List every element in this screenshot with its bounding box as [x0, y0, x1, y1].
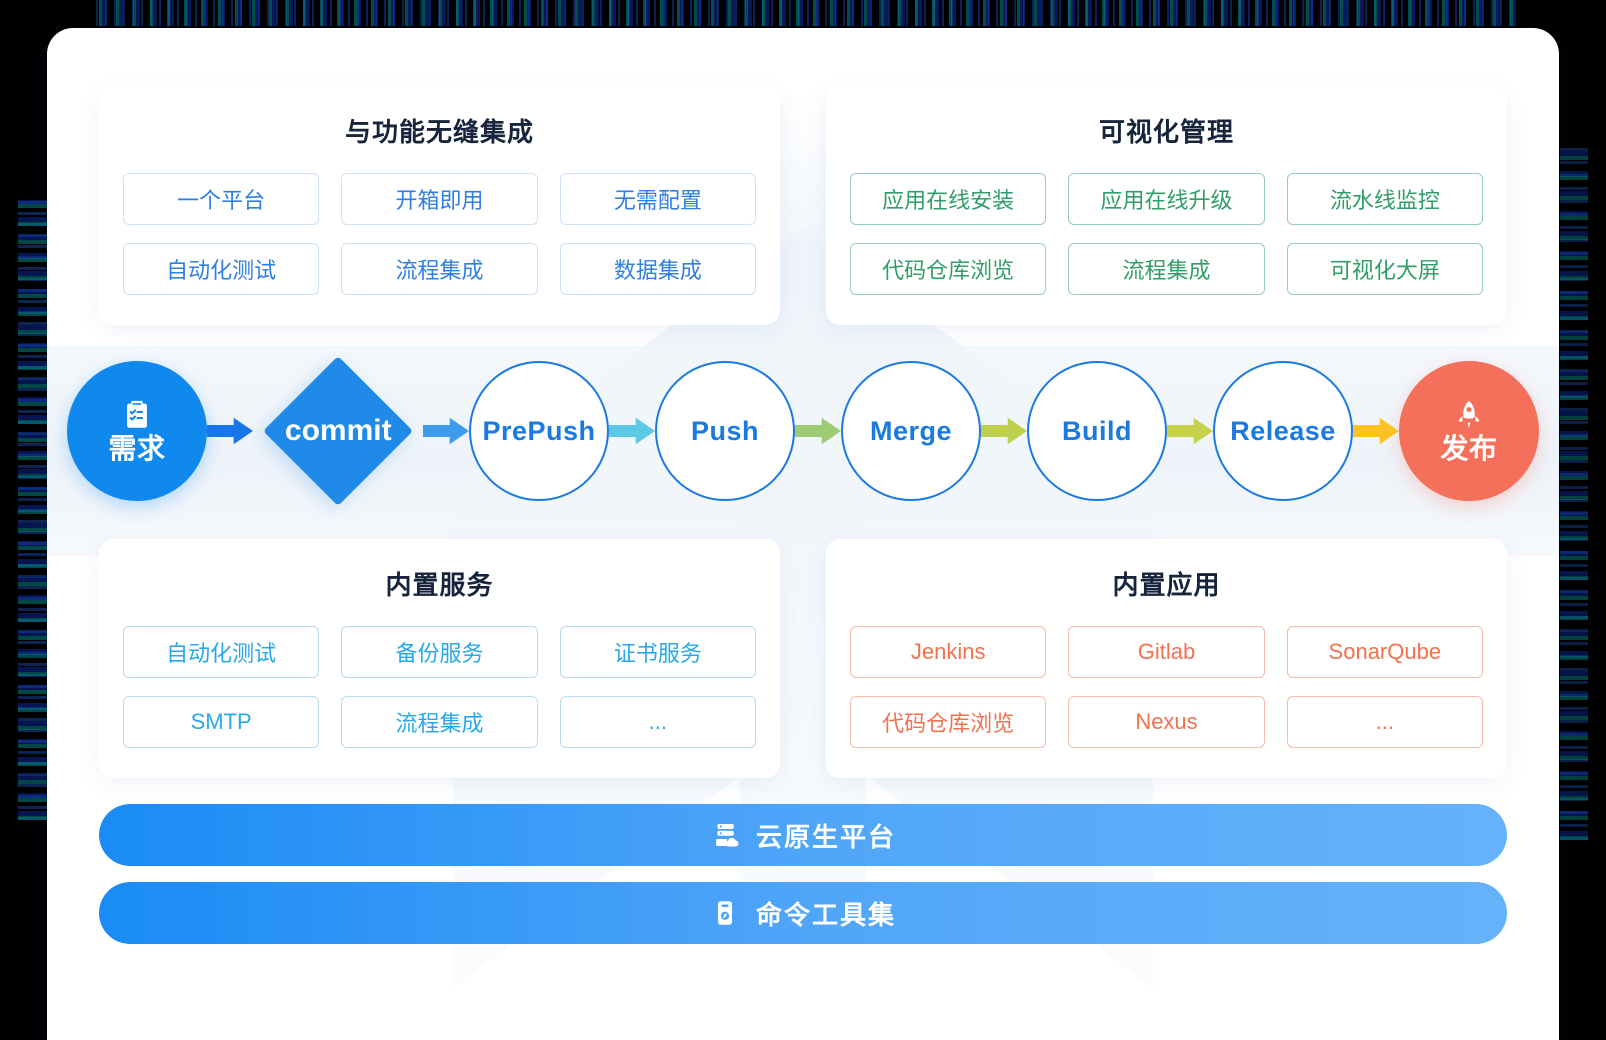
top-panel-row: 与功能无缝集成 一个平台 开箱即用 无需配置 自动化测试 流程集成 数据集成 可…: [99, 86, 1507, 325]
pipeline-node-commit[interactable]: commit: [253, 356, 423, 506]
pipeline-circle[interactable]: PrePush: [469, 361, 609, 501]
chip-item[interactable]: 证书服务: [559, 626, 756, 678]
chip-item[interactable]: 代码仓库浏览: [850, 696, 1047, 748]
pipeline-node-label: Release: [1230, 415, 1336, 446]
pipeline-arrow-3: [609, 417, 655, 445]
bar-label: 命令工具集: [755, 899, 896, 930]
pipeline-node-label: 发布: [1440, 433, 1498, 465]
pipeline-node-push[interactable]: Push: [655, 361, 795, 501]
pipeline-node-label: 需求: [108, 433, 166, 465]
pipeline-arrow-1: [207, 417, 253, 445]
pipeline-node-label: Merge: [869, 415, 953, 446]
chip-item[interactable]: 应用在线安装: [850, 173, 1047, 225]
pipeline-node-release[interactable]: Release: [1213, 361, 1353, 501]
chip-item[interactable]: ...: [1286, 696, 1483, 748]
chip-item[interactable]: 一个平台: [123, 173, 320, 225]
bar-command-toolset[interactable]: 命令工具集: [99, 882, 1507, 944]
cicd-pipeline: 需求 commit PrePush Push Merge Build Relea…: [47, 331, 1559, 531]
pipeline-circle[interactable]: Build: [1027, 361, 1167, 501]
pipeline-arrow-5: [981, 417, 1027, 445]
panel-title: 与功能无缝集成: [344, 117, 534, 147]
foundation-bars: 云原生平台 命令工具集: [47, 804, 1559, 944]
chip-item[interactable]: 流水线监控: [1286, 173, 1483, 225]
bar-label: 云原生平台: [755, 821, 896, 852]
pipeline-node-publish[interactable]: 发布: [1399, 361, 1539, 501]
pipeline-circle[interactable]: 需求: [67, 361, 207, 501]
pipeline-node-label: Push: [690, 415, 759, 446]
top-panels-section: 与功能无缝集成 一个平台 开箱即用 无需配置 自动化测试 流程集成 数据集成 可…: [47, 28, 1559, 325]
chip-item[interactable]: 数据集成: [559, 243, 756, 295]
pipeline-arrow-2: [423, 417, 469, 445]
edge-artifact-left: [18, 200, 48, 820]
panel-title: 可视化管理: [1098, 117, 1234, 147]
rocket-icon: [1452, 398, 1486, 432]
panel-title: 内置服务: [385, 570, 494, 600]
pipeline-arrow-7: [1353, 417, 1399, 445]
chip-item[interactable]: 备份服务: [341, 626, 538, 678]
chip-item[interactable]: 自动化测试: [123, 626, 320, 678]
chip-item[interactable]: 可视化大屏: [1286, 243, 1483, 295]
pipeline-diamond[interactable]: commit: [263, 356, 413, 506]
chip-item[interactable]: SonarQube: [1286, 626, 1483, 678]
screenshot-stage: 与功能无缝集成 一个平台 开箱即用 无需配置 自动化测试 流程集成 数据集成 可…: [0, 0, 1606, 1040]
pipeline-arrow-4: [795, 417, 841, 445]
chip-grid: 一个平台 开箱即用 无需配置 自动化测试 流程集成 数据集成: [123, 173, 756, 295]
pipeline-node-label: Build: [1062, 415, 1132, 446]
chip-item[interactable]: 无需配置: [559, 173, 756, 225]
chip-item[interactable]: Nexus: [1068, 696, 1265, 748]
chip-item[interactable]: ...: [559, 696, 756, 748]
pipeline-node-requirement[interactable]: 需求: [67, 361, 207, 501]
chip-grid: Jenkins Gitlab SonarQube 代码仓库浏览 Nexus ..…: [850, 626, 1483, 748]
chip-item[interactable]: 自动化测试: [123, 243, 320, 295]
diagram-card: 与功能无缝集成 一个平台 开箱即用 无需配置 自动化测试 流程集成 数据集成 可…: [47, 28, 1559, 1040]
bar-cloud-native-platform[interactable]: 云原生平台: [99, 804, 1507, 866]
pipeline-circle[interactable]: 发布: [1399, 361, 1539, 501]
bottom-panels-section: 内置服务 自动化测试 备份服务 证书服务 SMTP 流程集成 ... 内置应用 …: [47, 535, 1559, 778]
chip-item[interactable]: 代码仓库浏览: [850, 243, 1047, 295]
pipeline-node-prepush[interactable]: PrePush: [469, 361, 609, 501]
pipeline-circle[interactable]: Push: [655, 361, 795, 501]
panel-builtin-services: 内置服务 自动化测试 备份服务 证书服务 SMTP 流程集成 ...: [99, 539, 780, 778]
pipeline-circle[interactable]: Merge: [841, 361, 981, 501]
pipeline-arrow-6: [1167, 417, 1213, 445]
clipboard-check-icon: [120, 398, 154, 432]
panel-title: 内置应用: [1112, 570, 1221, 600]
pipeline-node-merge[interactable]: Merge: [841, 361, 981, 501]
chip-item[interactable]: 开箱即用: [341, 173, 538, 225]
pipeline-node-label: PrePush: [482, 415, 596, 446]
chip-item[interactable]: SMTP: [123, 696, 320, 748]
pipeline-circle[interactable]: Release: [1213, 361, 1353, 501]
edge-artifact-right: [1560, 140, 1588, 840]
chip-item[interactable]: 流程集成: [341, 696, 538, 748]
chip-item[interactable]: 流程集成: [341, 243, 538, 295]
panel-builtin-apps: 内置应用 Jenkins Gitlab SonarQube 代码仓库浏览 Nex…: [826, 539, 1507, 778]
chip-item[interactable]: Jenkins: [850, 626, 1047, 678]
panel-visual-management: 可视化管理 应用在线安装 应用在线升级 流水线监控 代码仓库浏览 流程集成 可视…: [826, 86, 1507, 325]
chip-item[interactable]: 应用在线升级: [1068, 173, 1265, 225]
chip-item[interactable]: Gitlab: [1068, 626, 1265, 678]
chip-grid: 自动化测试 备份服务 证书服务 SMTP 流程集成 ...: [123, 626, 756, 748]
bottom-panel-row: 内置服务 自动化测试 备份服务 证书服务 SMTP 流程集成 ... 内置应用 …: [99, 539, 1507, 778]
cloud-server-icon: [710, 820, 740, 850]
pipeline-node-build[interactable]: Build: [1027, 361, 1167, 501]
chip-item[interactable]: 流程集成: [1068, 243, 1265, 295]
panel-feature-integration: 与功能无缝集成 一个平台 开箱即用 无需配置 自动化测试 流程集成 数据集成: [99, 86, 780, 325]
edge-artifact-top: [96, 0, 1516, 26]
chip-grid: 应用在线安装 应用在线升级 流水线监控 代码仓库浏览 流程集成 可视化大屏: [850, 173, 1483, 295]
toolbox-icon: [710, 898, 740, 928]
pipeline-node-label: commit: [284, 414, 392, 447]
